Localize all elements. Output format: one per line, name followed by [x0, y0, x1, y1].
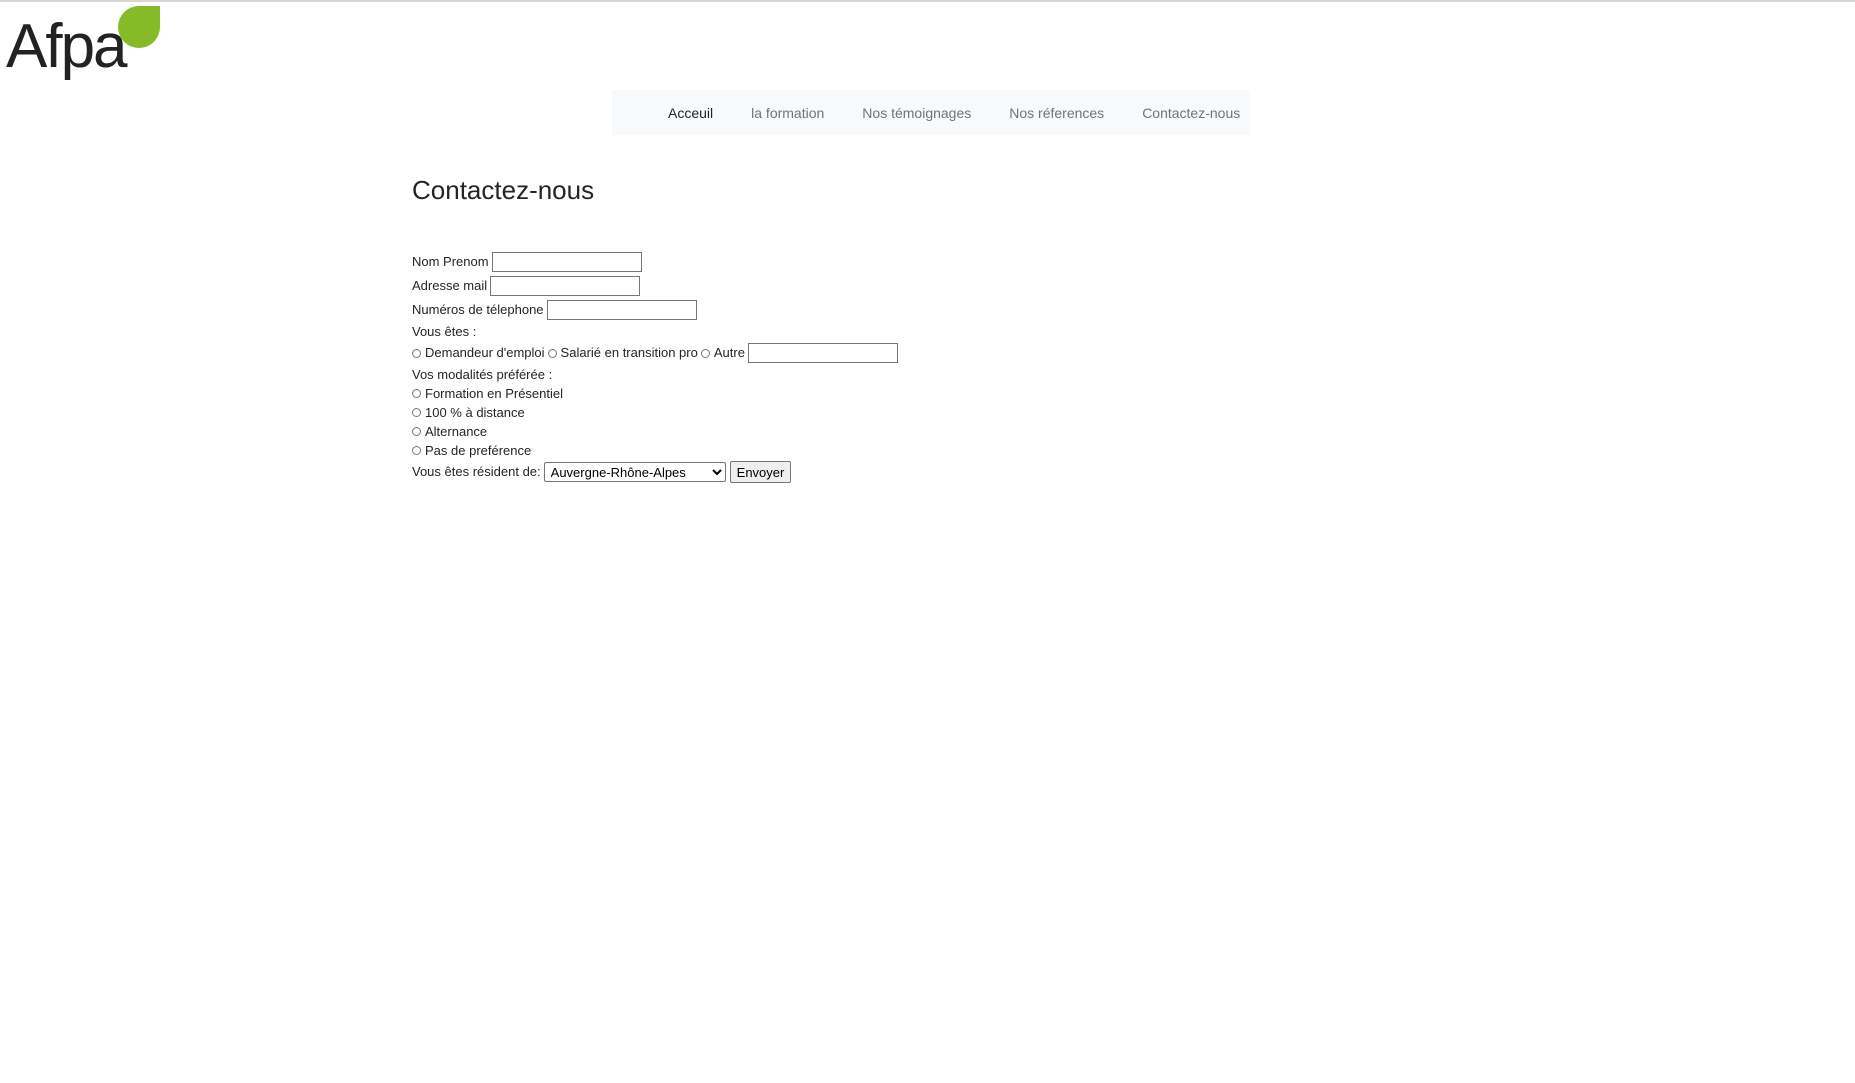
radio-autre[interactable] [700, 348, 710, 358]
status-option-label: Salarié en transition pro [560, 345, 698, 360]
status-label: Vous êtes : [412, 323, 477, 339]
status-options-row: Demandeur d'emploi Salarié en transition… [412, 341, 1312, 365]
email-label: Adresse mail [412, 278, 488, 293]
radio-salarie[interactable] [547, 348, 557, 358]
modality-option-label: Alternance [425, 423, 488, 439]
radio-no-preference[interactable] [412, 446, 421, 455]
phone-input[interactable] [546, 300, 697, 320]
status-option-autre[interactable]: Autre [700, 343, 745, 363]
radio-presentiel[interactable] [412, 389, 421, 398]
phone-row: Numéros de télephone [412, 298, 1312, 322]
other-status-input[interactable] [747, 343, 898, 363]
region-select[interactable]: Auvergne-Rhône-Alpes [543, 462, 726, 482]
modality-option-no-preference[interactable]: Pas de preférence [412, 441, 1312, 460]
modality-heading-row: Vos modalités préférée : [412, 365, 1312, 384]
name-row: Nom Prenom [412, 250, 1312, 274]
modality-option-distance[interactable]: 100 % à distance [412, 403, 1312, 422]
status-option-label: Demandeur d'emploi [425, 345, 545, 360]
status-option-salarie[interactable]: Salarié en transition pro [547, 343, 698, 363]
phone-label: Numéros de télephone [412, 302, 544, 317]
nav-item-contactez-nous[interactable]: Contactez-nous [1142, 105, 1240, 121]
radio-distance[interactable] [412, 408, 421, 417]
name-input[interactable] [491, 252, 642, 272]
nav-item-acceuil[interactable]: Acceuil [668, 105, 713, 121]
status-option-label: Autre [713, 345, 745, 360]
main-content: Contactez-nous Nom Prenom Adresse mail N… [412, 172, 1312, 484]
name-label: Nom Prenom [412, 254, 489, 269]
modality-option-label: 100 % à distance [425, 404, 525, 420]
radio-demandeur[interactable] [412, 348, 421, 358]
status-option-demandeur[interactable]: Demandeur d'emploi [412, 343, 545, 363]
modality-option-label: Formation en Présentiel [425, 385, 564, 401]
logo-text: Afpa [6, 12, 128, 81]
page-title: Contactez-nous [412, 175, 595, 205]
status-heading-row: Vous êtes : [412, 322, 1312, 341]
nav-item-nos-temoignages[interactable]: Nos témoignages [862, 105, 971, 121]
modality-option-label: Pas de preférence [425, 442, 532, 458]
nav-item-nos-references[interactable]: Nos réferences [1009, 105, 1104, 121]
region-row: Vous êtes résident de: Auvergne-Rhône-Al… [412, 460, 1312, 484]
email-row: Adresse mail [412, 274, 1312, 298]
top-border [0, 0, 1855, 2]
email-input[interactable] [490, 276, 641, 296]
contact-form: Nom Prenom Adresse mail Numéros de télep… [412, 250, 1312, 484]
afpa-logo[interactable]: Afpa [6, 6, 160, 86]
radio-alternance[interactable] [412, 427, 421, 436]
region-label: Vous êtes résident de: [412, 464, 541, 479]
main-navbar: Acceuil la formation Nos témoignages Nos… [612, 90, 1250, 135]
modality-option-presentiel[interactable]: Formation en Présentiel [412, 384, 1312, 403]
submit-button[interactable]: Envoyer [729, 461, 792, 483]
modality-label: Vos modalités préférée : [412, 366, 553, 382]
nav-item-la-formation[interactable]: la formation [751, 105, 824, 121]
modality-option-alternance[interactable]: Alternance [412, 422, 1312, 441]
